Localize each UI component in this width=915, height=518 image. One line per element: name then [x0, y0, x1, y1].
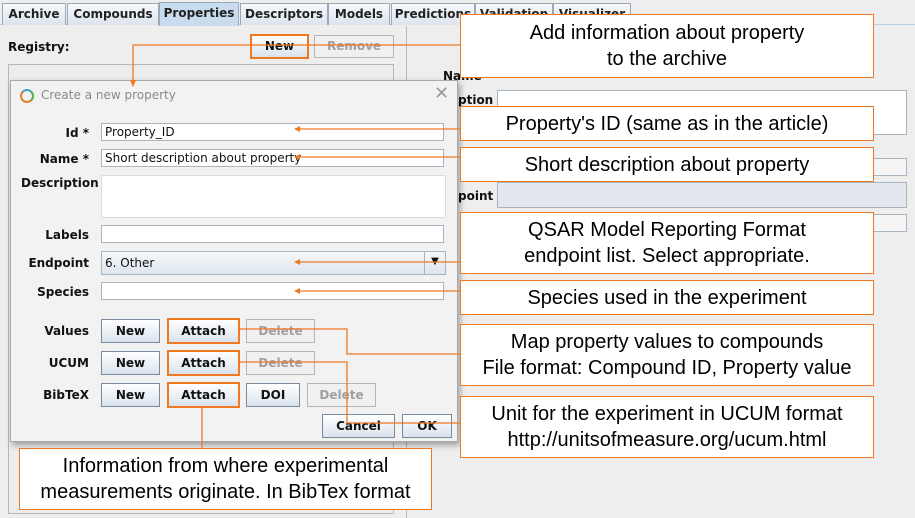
- tab-properties[interactable]: Properties: [159, 2, 239, 26]
- close-icon[interactable]: ✕: [434, 83, 449, 104]
- callout-endpoint: QSAR Model Reporting Format endpoint lis…: [460, 212, 874, 274]
- chevron-down-icon[interactable]: ▼: [424, 252, 445, 274]
- callout-values-line-1: Map property values to compounds: [510, 331, 824, 353]
- callout-bibtex-line-1: Information from where experimental: [62, 455, 389, 477]
- bibtex-label: BibTeX: [43, 388, 89, 402]
- tab-archive[interactable]: Archive: [2, 3, 66, 25]
- id-label: Id *: [65, 126, 89, 140]
- detail-endpoint-label: point: [458, 189, 494, 203]
- bibtex-doi-button[interactable]: DOI: [246, 383, 300, 407]
- callout-archive-line-2: to the archive: [606, 48, 728, 70]
- callout-endpoint-line-2: endpoint list. Select appropriate.: [524, 245, 810, 267]
- endpoint-select-value: 6. Other: [105, 256, 155, 270]
- description-label: Description: [21, 176, 99, 190]
- app-logo-icon: [20, 89, 34, 103]
- tab-descriptors[interactable]: Descriptors: [240, 3, 328, 25]
- species-input[interactable]: [101, 282, 444, 300]
- species-label: Species: [37, 285, 89, 299]
- callout-id: Property's ID (same as in the article): [460, 106, 874, 141]
- registry-remove-button[interactable]: Remove: [314, 35, 394, 58]
- callout-ucum-line-2: http://unitsofmeasure.org/ucum.html: [507, 429, 827, 451]
- ucum-attach-button[interactable]: Attach: [167, 350, 240, 376]
- callout-archive-line-1: Add information about property: [529, 22, 805, 44]
- tab-models[interactable]: Models: [328, 3, 390, 25]
- registry-new-button[interactable]: New: [250, 34, 309, 59]
- callout-bibtex-line-2: measurements originate. In BibTex format: [40, 481, 411, 503]
- callout-endpoint-line-1: QSAR Model Reporting Format: [528, 219, 806, 241]
- callout-archive: Add information about property to the ar…: [460, 14, 874, 78]
- registry-label: Registry:: [8, 40, 70, 54]
- values-new-button[interactable]: New: [101, 319, 160, 343]
- create-property-dialog: Create a new property ✕ Id * Property_ID…: [10, 80, 458, 442]
- ucum-label: UCUM: [48, 356, 89, 370]
- bibtex-delete-button[interactable]: Delete: [307, 383, 376, 407]
- tab-compounds[interactable]: Compounds: [67, 3, 159, 25]
- callout-bibtex: Information from where experimental meas…: [19, 448, 432, 510]
- dialog-title: Create a new property: [41, 88, 176, 102]
- cancel-button[interactable]: Cancel: [322, 414, 395, 438]
- ok-button[interactable]: OK: [402, 414, 452, 438]
- labels-label: Labels: [45, 228, 89, 242]
- ucum-delete-button[interactable]: Delete: [246, 351, 315, 375]
- callout-ucum-line-1: Unit for the experiment in UCUM format: [491, 403, 843, 425]
- description-input[interactable]: [101, 175, 446, 218]
- callout-species: Species used in the experiment: [460, 280, 874, 315]
- callout-name: Short description about property: [460, 147, 874, 182]
- values-delete-button[interactable]: Delete: [246, 319, 315, 343]
- ucum-new-button[interactable]: New: [101, 351, 160, 375]
- detail-endpoint-select[interactable]: [497, 182, 907, 208]
- bibtex-new-button[interactable]: New: [101, 383, 160, 407]
- detail-description-label: ption: [458, 93, 494, 107]
- id-input[interactable]: Property_ID: [101, 123, 444, 141]
- name-input[interactable]: Short description about property: [101, 149, 444, 167]
- values-label: Values: [44, 324, 89, 338]
- labels-input[interactable]: [101, 225, 444, 243]
- bibtex-attach-button[interactable]: Attach: [167, 382, 240, 408]
- callout-id-line-1: Property's ID (same as in the article): [505, 112, 829, 135]
- callout-values: Map property values to compounds File fo…: [460, 324, 874, 386]
- endpoint-label: Endpoint: [28, 256, 89, 270]
- callout-name-line-1: Short description about property: [524, 153, 810, 176]
- callout-ucum: Unit for the experiment in UCUM format h…: [460, 396, 874, 458]
- values-attach-button[interactable]: Attach: [167, 318, 240, 344]
- callout-species-line-1: Species used in the experiment: [527, 286, 807, 309]
- endpoint-select[interactable]: 6. Other: [101, 251, 446, 275]
- callout-values-line-2: File format: Compound ID, Property value: [482, 357, 852, 379]
- name-label: Name *: [39, 152, 89, 166]
